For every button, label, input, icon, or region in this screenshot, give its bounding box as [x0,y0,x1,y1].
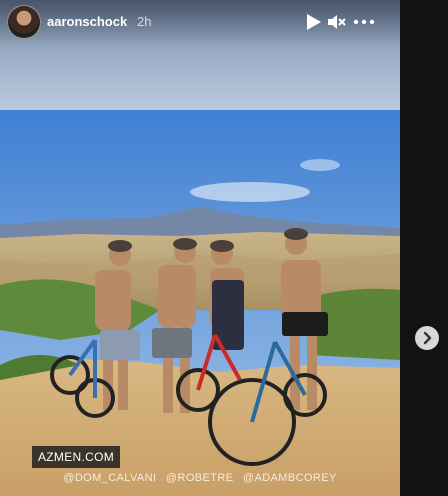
story-header: aaronschock 2h [0,0,400,46]
muted-speaker-icon [328,15,346,29]
chevron-right-icon [423,331,432,345]
story-viewer[interactable]: aaronschock 2h AZMEN.COM @DOM_CALVANI @R… [0,0,400,496]
next-story-button[interactable] [415,326,439,350]
credit-handle[interactable]: @ADAMBCOREY [243,472,337,484]
avatar[interactable] [7,5,41,39]
play-button[interactable] [304,12,324,32]
watermark: AZMEN.COM [32,446,121,468]
story-username[interactable]: aaronschock [47,14,127,29]
mute-button[interactable] [327,12,347,32]
story-timestamp: 2h [137,14,152,29]
play-icon [307,14,321,30]
story-photo [0,110,400,496]
more-options-icon [353,19,375,25]
credit-handle[interactable]: @ROBETRE [166,472,234,484]
more-options-button[interactable] [352,12,376,32]
credit-handle[interactable]: @DOM_CALVANI [63,472,156,484]
photo-credits: @DOM_CALVANI @ROBETRE @ADAMBCOREY [0,472,400,484]
